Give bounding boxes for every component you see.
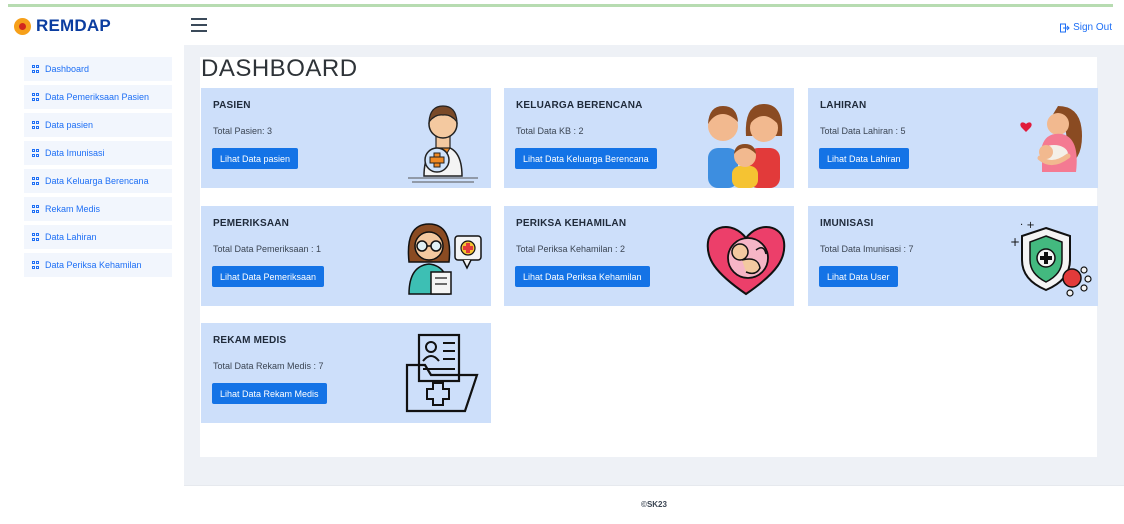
sidebar-item-data-keluarga-berencana[interactable]: Data Keluarga Berencana xyxy=(24,169,172,193)
medical-consult-icon xyxy=(407,223,482,295)
vaccine-shield-icon: · + + xyxy=(1010,220,1092,297)
card-total: Total Data Rekam Medis : 7 xyxy=(213,361,324,371)
card-total: Total Periksa Kehamilan : 2 xyxy=(516,244,626,254)
sidebar-item-rekam-medis[interactable]: Rekam Medis xyxy=(24,197,172,221)
grid-icon xyxy=(32,261,40,269)
sidebar-item-data-pasien[interactable]: Data pasien xyxy=(24,113,172,137)
card-pasien: PASIEN Total Pasien: 3 Lihat Data pasien xyxy=(201,88,491,188)
card-total: Total Data Imunisasi : 7 xyxy=(820,244,914,254)
sidebar-item-label: Data Pemeriksaan Pasien xyxy=(45,92,150,102)
sign-out-label: Sign Out xyxy=(1073,22,1112,33)
grid-icon xyxy=(32,65,40,73)
card-lahiran: LAHIRAN Total Data Lahiran : 5 Lihat Dat… xyxy=(808,88,1098,188)
mother-baby-icon xyxy=(1020,106,1082,172)
doctor-icon xyxy=(408,105,478,183)
card-title: REKAM MEDIS xyxy=(213,335,287,346)
lihat-data-pemeriksaan-button[interactable]: Lihat Data Pemeriksaan xyxy=(212,266,325,287)
sidebar-item-data-imunisasi[interactable]: Data Imunisasi xyxy=(24,141,172,165)
card-total: Total Data Lahiran : 5 xyxy=(820,126,906,136)
footer: ©SK23 xyxy=(184,485,1124,524)
sign-out-link[interactable]: Sign Out xyxy=(1060,22,1112,33)
footer-copyright: ©SK23 xyxy=(641,500,667,509)
lihat-data-lahiran-button[interactable]: Lihat Data Lahiran xyxy=(819,148,909,169)
card-pemeriksaan: PEMERIKSAAN Total Data Pemeriksaan : 1 L… xyxy=(201,206,491,306)
sidebar: Dashboard Data Pemeriksaan Pasien Data p… xyxy=(0,45,184,524)
sidebar-item-data-periksa-kehamilan[interactable]: Data Periksa Kehamilan xyxy=(24,253,172,277)
sidebar-item-label: Data Imunisasi xyxy=(45,148,105,158)
brand-logo-icon xyxy=(14,17,31,35)
grid-icon xyxy=(32,177,40,185)
brand-name: REMDAP xyxy=(36,16,111,35)
family-icon xyxy=(708,104,783,188)
card-title: PEMERIKSAAN xyxy=(213,218,290,229)
card-title: IMUNISASI xyxy=(820,218,874,229)
lihat-data-periksa-kehamilan-button[interactable]: Lihat Data Periksa Kehamilan xyxy=(515,266,650,287)
grid-icon xyxy=(32,121,40,129)
svg-text:+: + xyxy=(1010,235,1020,249)
page-title: DASHBOARD xyxy=(201,55,358,82)
grid-icon xyxy=(32,205,40,213)
sidebar-item-data-lahiran[interactable]: Data Lahiran xyxy=(24,225,172,249)
lihat-data-pasien-button[interactable]: Lihat Data pasien xyxy=(212,148,299,169)
card-title: LAHIRAN xyxy=(820,100,867,111)
lihat-data-user-button[interactable]: Lihat Data User xyxy=(819,266,898,287)
lihat-data-rekam-medis-button[interactable]: Lihat Data Rekam Medis xyxy=(212,383,327,404)
sign-out-icon xyxy=(1060,23,1070,32)
card-total: Total Data Pemeriksaan : 1 xyxy=(213,244,322,254)
sidebar-item-data-pemeriksaan-pasien[interactable]: Data Pemeriksaan Pasien xyxy=(24,85,172,109)
grid-icon xyxy=(32,233,40,241)
card-periksa-kehamilan: PERIKSA KEHAMILAN Total Periksa Kehamila… xyxy=(504,206,794,306)
sidebar-item-label: Dashboard xyxy=(45,64,90,74)
card-total: Total Pasien: 3 xyxy=(213,126,273,136)
card-imunisasi: IMUNISASI Total Data Imunisasi : 7 Lihat… xyxy=(808,206,1098,306)
sidebar-item-label: Rekam Medis xyxy=(45,204,101,214)
sidebar-item-dashboard[interactable]: Dashboard xyxy=(24,57,172,81)
svg-text:· +: · + xyxy=(1020,220,1035,231)
grid-icon xyxy=(32,93,40,101)
card-keluarga-berencana: KELUARGA BERENCANA Total Data KB : 2 Lih… xyxy=(504,88,794,188)
card-title: KELUARGA BERENCANA xyxy=(516,100,643,111)
menu-toggle-icon[interactable] xyxy=(191,18,207,32)
sidebar-item-label: Data Keluarga Berencana xyxy=(45,176,149,186)
card-title: PASIEN xyxy=(213,100,251,111)
card-title: PERIKSA KEHAMILAN xyxy=(516,218,627,229)
sidebar-item-label: Data pasien xyxy=(45,120,94,130)
brand[interactable]: REMDAP xyxy=(14,16,111,36)
card-total: Total Data KB : 2 xyxy=(516,126,584,136)
grid-icon xyxy=(32,149,40,157)
sidebar-item-label: Data Periksa Kehamilan xyxy=(45,260,142,270)
card-rekam-medis: REKAM MEDIS Total Data Rekam Medis : 7 L… xyxy=(201,323,491,423)
pregnancy-heart-icon xyxy=(706,226,786,296)
navbar: REMDAP Sign Out xyxy=(0,7,1124,45)
lihat-data-keluarga-berencana-button[interactable]: Lihat Data Keluarga Berencana xyxy=(515,148,657,169)
sidebar-item-label: Data Lahiran xyxy=(45,232,97,242)
medical-record-folder-icon xyxy=(405,333,479,413)
